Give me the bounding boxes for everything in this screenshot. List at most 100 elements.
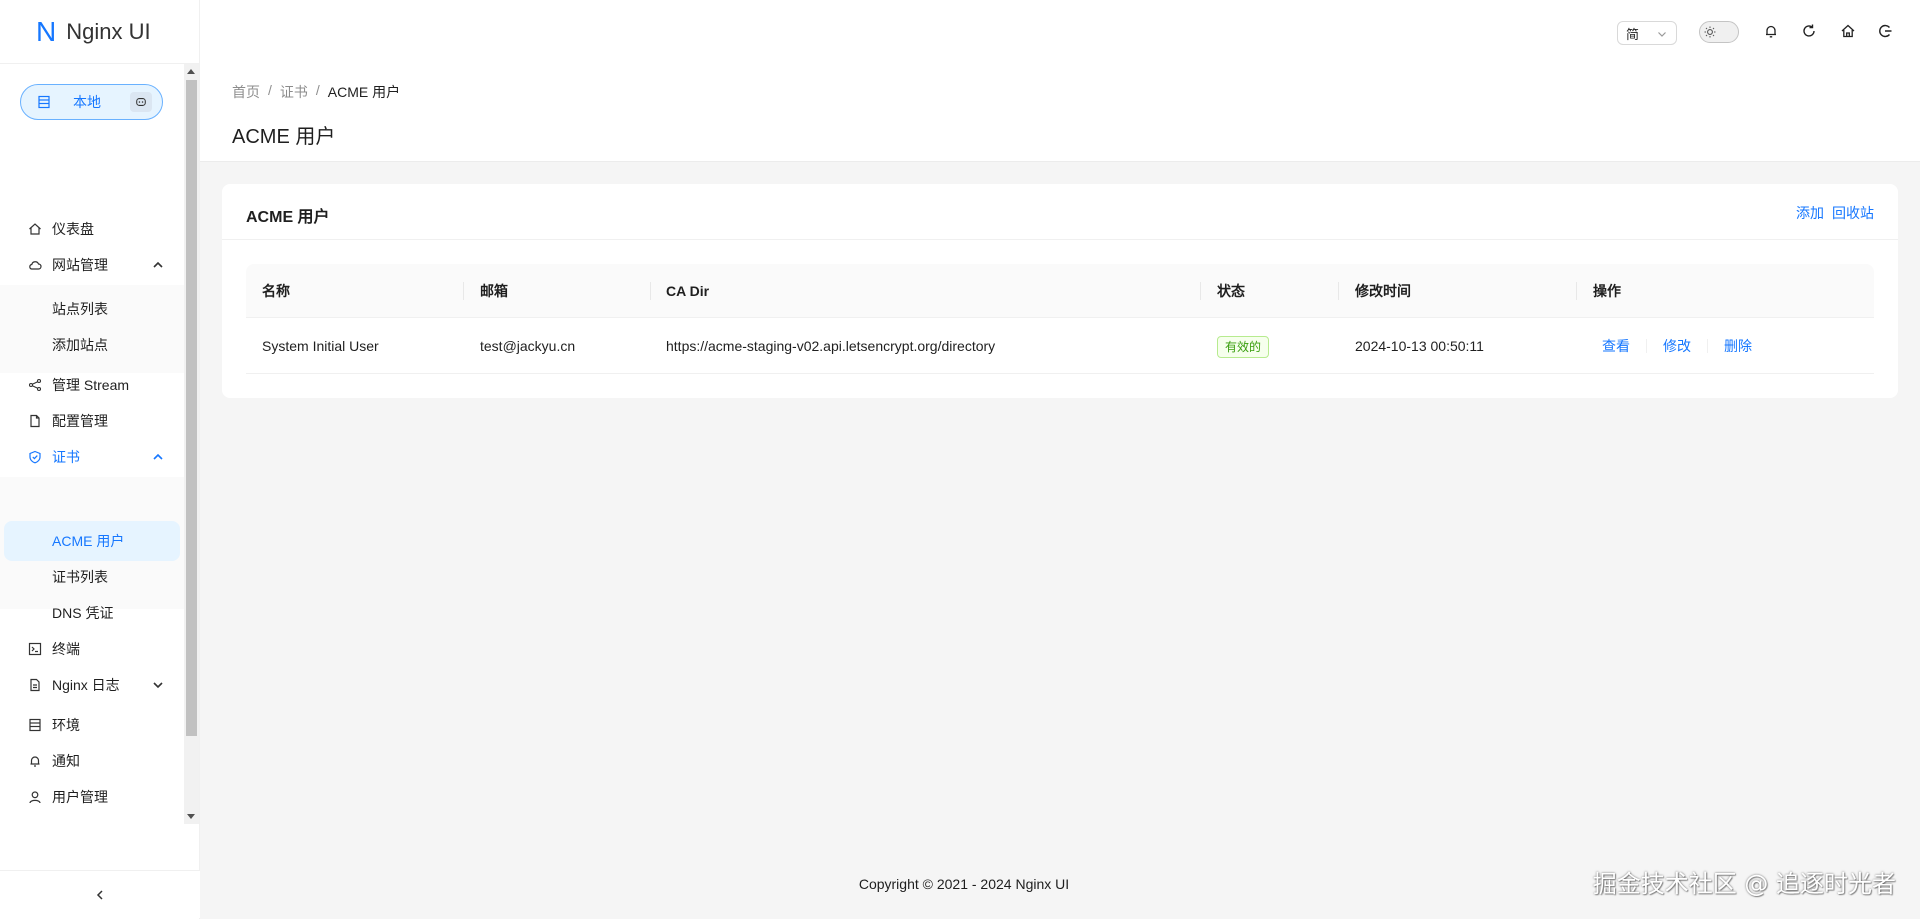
database-icon [37, 95, 51, 109]
database-icon [28, 718, 42, 732]
breadcrumb-cert[interactable]: 证书 [280, 82, 308, 102]
sidebar-item-stream[interactable]: 管理 Stream [4, 365, 180, 405]
language-select[interactable]: 简 [1617, 21, 1677, 45]
share-icon [28, 378, 42, 392]
status-badge: 有效的 [1217, 336, 1270, 359]
breadcrumb-current: ACME 用户 [327, 84, 401, 100]
sidebar-item-notification[interactable]: 通知 [4, 741, 180, 781]
cloud-icon [28, 258, 42, 272]
column-divider [463, 282, 464, 300]
action-divider [1707, 339, 1708, 353]
home-icon [28, 222, 42, 236]
sidebar-item-label: 终端 [52, 641, 80, 657]
page-title: ACME 用户 [232, 126, 336, 148]
sidebar-item-site-list[interactable]: 站点列表 [4, 289, 180, 329]
robot-icon[interactable] [130, 92, 152, 112]
sidebar-scrollbar[interactable] [184, 64, 199, 824]
scroll-up-arrow[interactable] [187, 69, 195, 74]
sidebar-item-sites[interactable]: 网站管理 [4, 245, 180, 285]
column-divider [1338, 282, 1339, 300]
file-icon [28, 414, 42, 428]
environment-label: 本地 [73, 94, 101, 110]
sidebar-item-label: 管理 Stream [52, 377, 130, 393]
sidebar-item-terminal[interactable]: 终端 [4, 629, 180, 669]
logout-icon[interactable] [1877, 23, 1893, 39]
column-divider [1200, 282, 1201, 300]
page-header: 首页 / 证书 / ACME 用户 ACME 用户 [200, 64, 1920, 162]
card-actions: 添加 回收站 [1796, 203, 1874, 223]
top-header: 简 [200, 0, 1920, 64]
column-header-ca-dir[interactable]: CA Dir [666, 264, 709, 318]
file-text-icon [28, 678, 42, 692]
column-header-status[interactable]: 状态 [1217, 264, 1245, 318]
breadcrumb-home[interactable]: 首页 [232, 82, 260, 102]
watermark: 掘金技术社区 @ 追逐时光者 [1592, 870, 1896, 898]
sidebar-item-label: 证书 [52, 449, 80, 465]
column-divider [1576, 282, 1577, 300]
sidebar-scroll: 本地 仪表盘 网站管理 站点列表 添加站点 管理 Stream 配置管理 证书 … [0, 64, 184, 824]
sidebar-item-dashboard[interactable]: 仪表盘 [4, 209, 180, 249]
logo[interactable]: N Nginx UI [0, 0, 199, 64]
sidebar-item-environment[interactable]: 环境 [4, 705, 180, 745]
view-button[interactable]: 查看 [1602, 318, 1630, 374]
column-header-name[interactable]: 名称 [262, 264, 290, 318]
trash-button[interactable]: 回收站 [1832, 203, 1874, 223]
table-row: System Initial User test@jackyu.cn https… [246, 318, 1874, 374]
table-header: 名称 邮箱 CA Dir 状态 修改时间 操作 [246, 264, 1874, 318]
breadcrumb: 首页 / 证书 / ACME 用户 [232, 82, 400, 102]
cell-email: test@jackyu.cn [480, 338, 576, 354]
cell-updated: 2024-10-13 00:50:11 [1355, 338, 1484, 354]
add-button[interactable]: 添加 [1796, 203, 1824, 223]
sidebar-item-dns-credential[interactable]: DNS 凭证 [4, 593, 180, 633]
sidebar-item-label: DNS 凭证 [52, 605, 114, 621]
bell-icon[interactable] [1763, 23, 1779, 39]
sidebar-item-nginx-log[interactable]: Nginx 日志 [4, 665, 180, 705]
sidebar-item-label: ACME 用户 [52, 533, 125, 549]
bell-icon [28, 754, 42, 768]
home-icon[interactable] [1840, 23, 1856, 39]
sidebar-item-label: 仪表盘 [52, 221, 94, 237]
sidebar-item-add-site[interactable]: 添加站点 [4, 325, 180, 365]
copyright-text: Copyright © 2021 - 2024 Nginx UI [858, 876, 1070, 892]
user-icon [28, 790, 42, 804]
edit-button[interactable]: 修改 [1663, 318, 1691, 374]
acme-users-card: ACME 用户 添加 回收站 名称 邮箱 CA Dir 状态 修改时间 操作 S… [222, 184, 1898, 398]
app-root: N Nginx UI 本地 仪表盘 网站管理 站点列表 添加站点 管理 Stre… [0, 0, 1920, 919]
sidebar-item-label: Nginx 日志 [52, 677, 120, 693]
column-header-updated[interactable]: 修改时间 [1355, 264, 1411, 318]
sidebar-item-label: 用户管理 [52, 789, 108, 805]
sidebar-item-label: 配置管理 [52, 413, 108, 429]
column-header-actions: 操作 [1593, 283, 1621, 299]
card-header: ACME 用户 添加 回收站 [222, 184, 1898, 240]
scroll-thumb[interactable] [186, 80, 197, 736]
action-divider [1646, 339, 1647, 353]
sidebar-item-label: 证书列表 [52, 569, 108, 585]
sidebar-item-acme-users[interactable]: ACME 用户 [4, 521, 180, 561]
sidebar-item-label: 环境 [52, 717, 80, 733]
environment-selector[interactable]: 本地 [20, 84, 163, 120]
chevron-down-icon [1658, 32, 1666, 37]
scroll-down-arrow[interactable] [187, 814, 195, 819]
cell-status: 有效的 [1217, 318, 1270, 374]
sun-icon [1704, 26, 1716, 38]
sidebar: N Nginx UI 本地 仪表盘 网站管理 站点列表 添加站点 管理 Stre… [0, 0, 200, 919]
sidebar-item-config[interactable]: 配置管理 [4, 401, 180, 441]
sidebar-item-label: 网站管理 [52, 257, 108, 273]
chevron-down-icon [153, 682, 163, 689]
column-divider [650, 282, 651, 300]
cell-actions: 查看 修改 删除 [1602, 318, 1752, 374]
cell-ca-dir: https://acme-staging-v02.api.letsencrypt… [666, 338, 996, 354]
logo-text: Nginx UI [66, 18, 151, 44]
column-header-email[interactable]: 邮箱 [480, 264, 508, 318]
delete-button[interactable]: 删除 [1724, 318, 1752, 374]
theme-toggle[interactable] [1699, 21, 1739, 43]
cell-name: System Initial User [262, 338, 379, 354]
collapse-sidebar-button[interactable] [0, 870, 200, 918]
sidebar-item-cert[interactable]: 证书 [4, 437, 180, 477]
sidebar-item-label: 添加站点 [52, 337, 108, 353]
language-value: 简 [1626, 26, 1640, 42]
reload-icon[interactable] [1801, 23, 1817, 39]
sidebar-item-user-management[interactable]: 用户管理 [4, 777, 180, 817]
card-title: ACME 用户 [246, 209, 330, 226]
sidebar-item-cert-list[interactable]: 证书列表 [4, 557, 180, 597]
